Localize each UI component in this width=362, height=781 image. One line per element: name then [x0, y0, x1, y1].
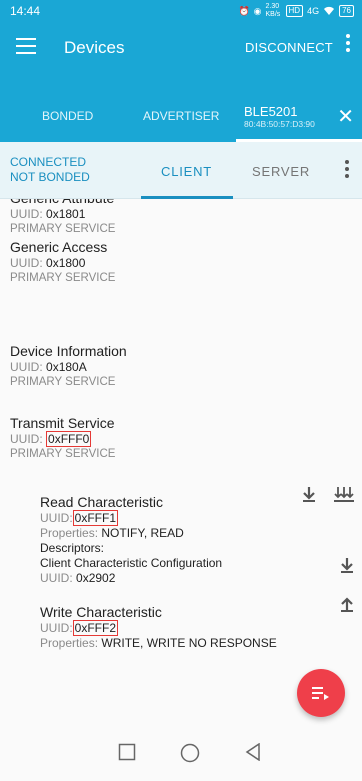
- tab-device[interactable]: BLE5201 80:4B:50:57:D3:90: [244, 104, 315, 129]
- characteristic-properties: NOTIFY, READ: [101, 526, 184, 540]
- service-item[interactable]: Generic Attribute UUID: 0x1801 PRIMARY S…: [10, 199, 115, 237]
- service-name: Transmit Service: [10, 415, 115, 431]
- status-icons: ⏰ ◉ 2.30 KB/s HD 4G 76: [238, 3, 354, 19]
- service-item[interactable]: Generic Access UUID: 0x1800 PRIMARY SERV…: [10, 239, 115, 286]
- characteristic-item[interactable]: Write Characteristic UUID: 0xFFF2 Propert…: [40, 604, 277, 651]
- more-vert-icon[interactable]: [344, 160, 350, 181]
- uuid-label: UUID:: [10, 360, 43, 374]
- characteristic-uuid: 0xFFF2: [72, 620, 119, 636]
- home-icon[interactable]: [180, 743, 200, 768]
- connection-status: CONNECTED NOT BONDED: [10, 155, 90, 185]
- battery-icon: 76: [339, 5, 354, 17]
- properties-label: Properties:: [40, 636, 99, 650]
- service-name: Generic Access: [10, 239, 108, 255]
- page-title: Devices: [64, 38, 125, 57]
- service-type: PRIMARY SERVICE: [10, 272, 116, 284]
- service-type: PRIMARY SERVICE: [10, 223, 116, 235]
- uuid-label: UUID:: [10, 432, 43, 446]
- device-name: BLE5201: [244, 104, 298, 119]
- download-icon[interactable]: [302, 486, 316, 507]
- vibrate-icon: ◉: [253, 5, 262, 16]
- descriptor-name: Client Characteristic Configuration: [40, 556, 223, 570]
- tab-bonded[interactable]: BONDED: [42, 109, 93, 123]
- log-fab-button[interactable]: [297, 669, 345, 717]
- uuid-label: UUID:: [10, 256, 43, 270]
- tab-server[interactable]: SERVER: [252, 164, 310, 179]
- service-uuid: 0xFFF0: [46, 431, 92, 447]
- services-list[interactable]: Generic Attribute UUID: 0x1801 PRIMARY S…: [0, 199, 362, 729]
- service-item[interactable]: Transmit Service UUID: 0xFFF0 PRIMARY SE…: [10, 415, 115, 462]
- alarm-icon: ⏰: [238, 5, 250, 16]
- more-vert-icon[interactable]: [344, 34, 352, 55]
- service-name: Generic Attribute: [10, 199, 115, 207]
- multi-arrow-icon[interactable]: [334, 486, 354, 507]
- status-bar: 14:44 ⏰ ◉ 2.30 KB/s HD 4G 76: [0, 0, 362, 22]
- service-uuid: 0x1801: [46, 207, 86, 221]
- download-icon[interactable]: [340, 557, 354, 578]
- characteristic-item[interactable]: Read Characteristic UUID: 0xFFF1 Properti…: [40, 494, 222, 586]
- service-type: PRIMARY SERVICE: [10, 376, 116, 388]
- uuid-label: UUID:: [40, 511, 73, 525]
- disconnect-button[interactable]: DISCONNECT: [245, 40, 333, 55]
- signal-icon: 4G: [307, 6, 320, 16]
- uuid-label: UUID:: [40, 621, 73, 635]
- hamburger-icon[interactable]: [16, 38, 36, 54]
- characteristic-name: Read Characteristic: [40, 494, 163, 510]
- characteristic-name: Write Characteristic: [40, 604, 162, 620]
- uuid-label: UUID:: [40, 571, 73, 585]
- properties-label: Properties:: [40, 526, 99, 540]
- uuid-label: UUID:: [10, 207, 43, 221]
- service-uuid: 0x1800: [46, 256, 86, 270]
- tab-advertiser[interactable]: ADVERTISER: [143, 109, 219, 123]
- service-item[interactable]: Device Information UUID: 0x180A PRIMARY …: [10, 343, 127, 390]
- upload-icon[interactable]: [340, 596, 354, 617]
- descriptors-label: Descriptors:: [40, 541, 105, 555]
- service-name: Device Information: [10, 343, 127, 359]
- descriptor-uuid: 0x2902: [76, 571, 116, 585]
- status-time: 14:44: [10, 4, 41, 18]
- service-uuid: 0x180A: [46, 360, 87, 374]
- app-bar: Devices DISCONNECT: [0, 22, 362, 74]
- device-mac: 80:4B:50:57:D3:90: [244, 119, 315, 129]
- back-icon[interactable]: [245, 742, 261, 766]
- connection-bar: CONNECTED NOT BONDED CLIENT SERVER: [0, 142, 362, 199]
- recents-icon[interactable]: [118, 743, 136, 766]
- device-tabs: BONDED ADVERTISER BLE5201 80:4B:50:57:D3…: [0, 74, 362, 142]
- characteristic-uuid: 0xFFF1: [72, 510, 119, 526]
- hd-icon: HD: [285, 5, 304, 17]
- wifi-icon: [323, 5, 335, 17]
- net-speed-text: 2.30 KB/s: [265, 3, 281, 18]
- tab-client[interactable]: CLIENT: [161, 164, 212, 179]
- service-type: PRIMARY SERVICE: [10, 448, 116, 460]
- bond-state-label: NOT BONDED: [10, 170, 90, 184]
- characteristic-properties: WRITE, WRITE NO RESPONSE: [101, 636, 277, 650]
- system-nav-bar: [0, 729, 362, 781]
- close-icon[interactable]: ✕: [337, 107, 354, 127]
- log-list-icon: [312, 686, 330, 705]
- connected-label: CONNECTED: [10, 155, 87, 169]
